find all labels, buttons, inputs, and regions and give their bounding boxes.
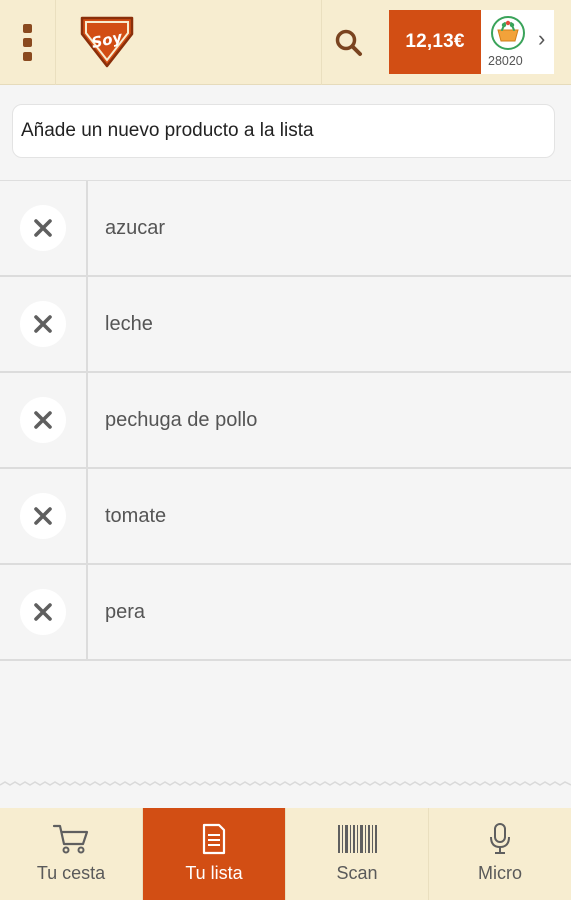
brand-logo[interactable]: Soy	[78, 14, 136, 70]
list-item-label[interactable]: pechuga de pollo	[88, 409, 257, 432]
list-document-icon	[202, 823, 226, 855]
close-icon	[34, 411, 52, 429]
list-item: pera	[0, 565, 571, 661]
nav-label: Micro	[478, 863, 522, 883]
chevron-right-icon: ›	[538, 26, 546, 51]
add-product-input[interactable]	[12, 104, 555, 158]
menu-dot	[23, 52, 32, 61]
nav-scan[interactable]: Scan	[286, 808, 429, 900]
basket-icon	[491, 16, 525, 50]
list-item: azucar	[0, 181, 571, 277]
nav-tu-lista[interactable]: Tu lista	[143, 808, 286, 900]
list-item: tomate	[0, 469, 571, 565]
close-icon	[34, 507, 52, 525]
app-header: Soy 12,13€ 28020 ›	[0, 0, 571, 85]
nav-label: Tu lista	[185, 863, 243, 883]
search-icon	[335, 29, 362, 56]
remove-item-button[interactable]	[20, 589, 66, 635]
nav-micro[interactable]: Micro	[429, 808, 571, 900]
cart-total-button[interactable]: 12,13€	[389, 10, 481, 74]
microphone-icon	[490, 823, 510, 854]
menu-button[interactable]	[0, 0, 56, 85]
list-item: leche	[0, 277, 571, 373]
cart-icon	[52, 824, 89, 854]
list-item-label[interactable]: pera	[88, 601, 145, 624]
remove-item-button[interactable]	[20, 493, 66, 539]
remove-cell	[0, 565, 88, 659]
cart-total: 12,13€	[405, 31, 465, 52]
remove-item-button[interactable]	[20, 205, 66, 251]
close-icon	[34, 315, 52, 333]
remove-item-button[interactable]	[20, 301, 66, 347]
nav-label: Scan	[336, 863, 378, 883]
list-item-label[interactable]: azucar	[88, 217, 165, 240]
close-icon	[34, 219, 52, 237]
nav-tu-cesta[interactable]: Tu cesta	[0, 808, 143, 900]
menu-dot	[23, 38, 32, 47]
search-button[interactable]	[321, 0, 376, 85]
barcode-icon	[338, 825, 377, 853]
bottom-navigation: Tu cesta Tu lista Scan Micro	[0, 808, 571, 900]
remove-cell	[0, 277, 88, 371]
remove-item-button[interactable]	[20, 397, 66, 443]
shopping-list: azucar leche pechuga de pollo tomate per…	[0, 180, 571, 661]
store-selector[interactable]: 28020 ›	[481, 10, 554, 74]
list-item-label[interactable]: tomate	[88, 505, 166, 528]
remove-cell	[0, 469, 88, 563]
menu-dot	[23, 24, 32, 33]
list-item-label[interactable]: leche	[88, 313, 153, 336]
postal-code: 28020	[488, 54, 523, 68]
remove-cell	[0, 373, 88, 467]
list-item: pechuga de pollo	[0, 373, 571, 469]
remove-cell	[0, 181, 88, 275]
nav-label: Tu cesta	[36, 863, 106, 883]
paper-edge-divider	[0, 781, 571, 786]
close-icon	[34, 603, 52, 621]
